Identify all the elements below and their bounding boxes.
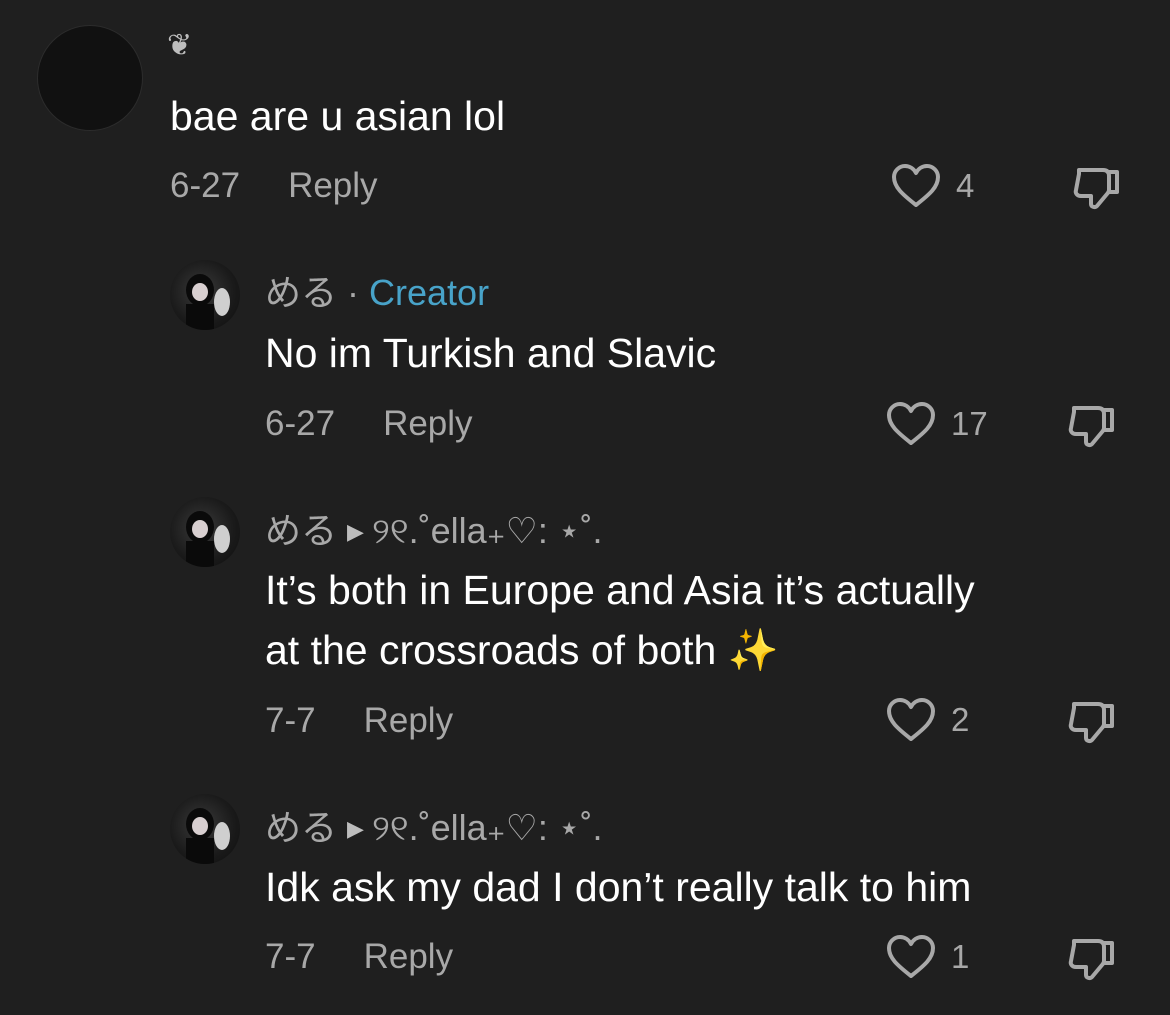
reply-button[interactable]: Reply — [364, 937, 453, 976]
like-count: 17 — [951, 405, 988, 442]
comment-text: No im Turkish and Slavic — [265, 330, 717, 376]
reply-to-name: ୨୧.˚ella₊♡: ⋆˚. — [371, 807, 603, 848]
like-button[interactable]: 17 — [885, 401, 988, 447]
reply-button[interactable]: Reply — [364, 701, 453, 740]
creator-label: Creator — [369, 272, 490, 313]
thumbs-down-icon — [1068, 406, 1114, 448]
triangle-right-icon: ▶ — [347, 816, 364, 841]
heart-outline-icon — [892, 164, 940, 207]
reply-to-name: ୨୧.˚ella₊♡: ⋆˚. — [371, 510, 603, 551]
username[interactable]: める · Creator — [265, 264, 489, 316]
avatar-image — [186, 808, 230, 864]
like-button[interactable]: 4 — [890, 163, 974, 209]
comment-text: Idk ask my dad I don’t really talk to hi… — [265, 864, 972, 910]
comment-date: 6-27 — [170, 166, 241, 205]
comment-date: 7-7 — [265, 937, 316, 976]
like-count: 1 — [951, 938, 970, 975]
comment-meta: 6-27 Reply — [170, 166, 378, 206]
avatar[interactable] — [170, 497, 240, 567]
username[interactable]: める ▶ ୨୧.˚ella₊♡: ⋆˚. — [265, 502, 602, 554]
comment-meta: 6-27 Reply — [265, 404, 473, 444]
like-button[interactable]: 2 — [885, 697, 969, 743]
thumbs-down-icon — [1068, 702, 1114, 744]
heart-outline-icon — [887, 935, 935, 978]
avatar[interactable] — [37, 25, 143, 131]
reply-button[interactable]: Reply — [383, 404, 472, 443]
separator: · — [337, 272, 370, 313]
thumbs-down-icon — [1073, 168, 1119, 210]
dislike-button[interactable] — [1066, 696, 1118, 748]
like-button[interactable]: 1 — [885, 934, 969, 980]
comment-date: 6-27 — [265, 404, 336, 443]
comment-text-line-2: at the crossroads of both ✨ — [265, 627, 779, 673]
avatar[interactable] — [170, 794, 240, 864]
author-name: める — [265, 272, 338, 313]
user-badge-icon: ❦ — [167, 29, 193, 62]
reply-button[interactable]: Reply — [288, 166, 377, 205]
dislike-button[interactable] — [1066, 400, 1118, 452]
comment-meta: 7-7 Reply — [265, 937, 453, 977]
dislike-button[interactable] — [1071, 162, 1123, 214]
comment-meta: 7-7 Reply — [265, 701, 453, 741]
like-count: 4 — [956, 167, 975, 204]
username[interactable]: める ▶ ୨୧.˚ella₊♡: ⋆˚. — [265, 799, 602, 851]
dislike-button[interactable] — [1066, 933, 1118, 985]
thumbs-down-icon — [1068, 939, 1114, 981]
comment-date: 7-7 — [265, 701, 316, 740]
avatar-image — [186, 511, 230, 567]
avatar[interactable] — [170, 260, 240, 330]
comment-text-line-1: It’s both in Europe and Asia it’s actual… — [265, 567, 975, 613]
triangle-right-icon: ▶ — [347, 519, 364, 544]
comments-panel: ❦ bae are u asian lol 6-27 Reply 4 める · C… — [0, 0, 1170, 1015]
author-name: める — [265, 510, 338, 551]
author-name: める — [265, 807, 338, 848]
heart-outline-icon — [887, 402, 935, 445]
comment-text: bae are u asian lol — [170, 93, 506, 139]
heart-outline-icon — [887, 698, 935, 741]
avatar-image — [186, 274, 230, 330]
like-count: 2 — [951, 701, 970, 738]
